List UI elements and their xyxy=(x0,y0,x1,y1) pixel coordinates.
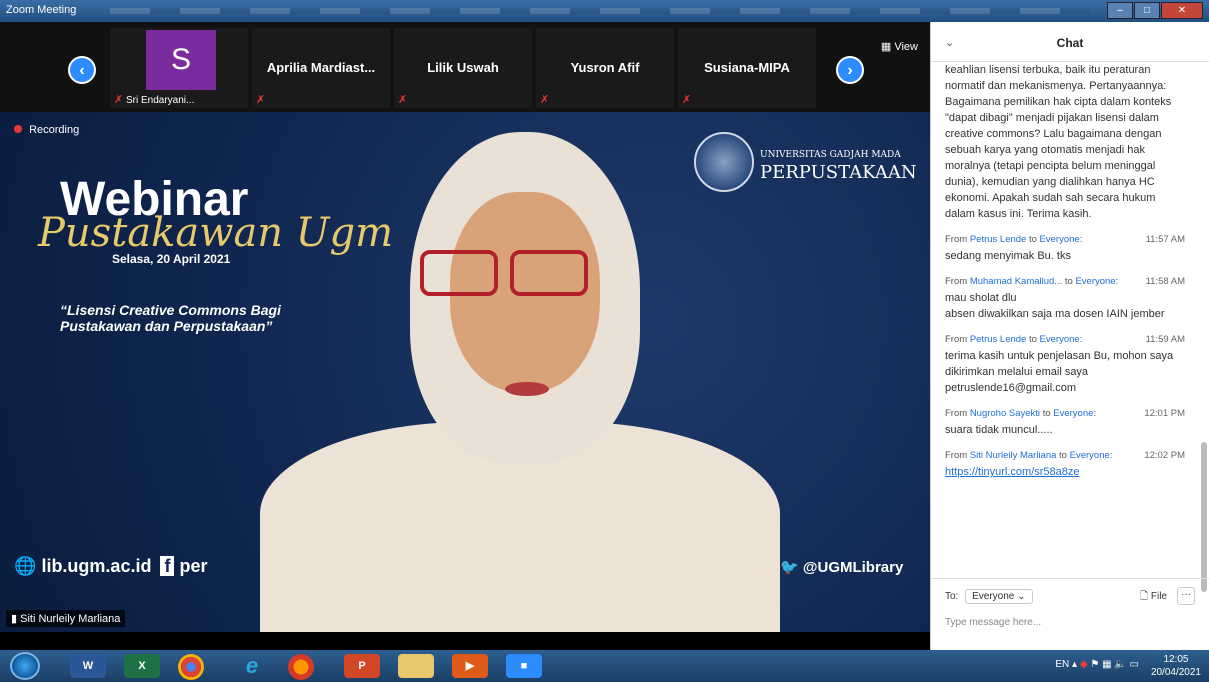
website-label: 🌐 lib.ugm.ac.id f per xyxy=(14,556,208,576)
recipient-select[interactable]: Everyone ⌄ xyxy=(965,589,1033,604)
muted-icon: ✗ xyxy=(398,94,408,106)
participant-tile[interactable]: Susiana-MIPA ✗ xyxy=(678,28,816,108)
participant-tile[interactable]: Aprilia Mardiast... ✗ xyxy=(252,28,390,108)
participant-tile[interactable]: S ✗ Sri Endaryani... xyxy=(110,28,248,108)
facebook-icon: f xyxy=(160,556,175,576)
zoom-app-icon[interactable]: ■ xyxy=(506,654,542,678)
participant-tile[interactable]: Yusron Afif ✗ xyxy=(536,28,674,108)
participant-strip: ‹ S ✗ Sri Endaryani... Aprilia Mardiast.… xyxy=(0,22,930,112)
volume-icon[interactable]: 🔈 xyxy=(1114,659,1126,670)
chat-title: Chat xyxy=(1056,36,1084,50)
language-indicator[interactable]: EN xyxy=(1055,659,1069,670)
message-link[interactable]: https://tinyurl.com/sr58a8ze xyxy=(945,464,1185,480)
twitter-icon: 🐦 xyxy=(780,559,799,576)
to-label: To: xyxy=(945,591,959,602)
adobe-tray-icon[interactable]: ◆ xyxy=(1080,659,1088,670)
tray-arrow-icon[interactable]: ▴ xyxy=(1072,659,1077,670)
webinar-date: Selasa, 20 April 2021 xyxy=(112,252,231,266)
clock[interactable]: 12:05 20/04/2021 xyxy=(1151,653,1201,679)
participant-name: Yusron Afif xyxy=(570,60,640,75)
message-text: keahlian lisensi terbuka, baik itu perat… xyxy=(945,64,1172,220)
titlebar-decoration xyxy=(110,8,1090,14)
recording-label: Recording xyxy=(29,124,80,136)
start-button[interactable] xyxy=(10,652,40,680)
message-text: mau sholat dlu absen diwakilkan saja ma … xyxy=(945,292,1165,320)
library-name: PERPUSTAKAAN xyxy=(760,162,917,183)
internet-explorer-icon[interactable]: e xyxy=(234,654,270,678)
file-icon: 🗋 xyxy=(1140,591,1149,602)
clock-time: 12:05 xyxy=(1163,654,1189,665)
glasses xyxy=(400,250,600,298)
chat-message: From Muhamad Kamallud... to Everyone: 11:… xyxy=(945,276,1185,320)
flag-icon[interactable]: ⚑ xyxy=(1090,659,1099,670)
windows-taskbar: W X e P ▶ ■ EN ▴ ◆ ⚑ ▦ 🔈 ▭ 12:05 20/04/2… xyxy=(0,650,1209,682)
main-video: Recording Webinar Pustakawan Ugm Selasa,… xyxy=(0,112,930,632)
chat-message: From Siti Nurleily Marliana to Everyone:… xyxy=(945,450,1185,480)
firefox-app-icon[interactable] xyxy=(288,654,314,680)
excel-app-icon[interactable]: X xyxy=(124,654,160,678)
chat-message: From Petrus Lende to Everyone: 11:59 AM t… xyxy=(945,334,1185,394)
chat-message: keahlian lisensi terbuka, baik itu perat… xyxy=(945,62,1185,222)
chat-scrollbar[interactable] xyxy=(1201,442,1207,592)
more-options-button[interactable]: ··· xyxy=(1177,587,1195,605)
clock-date: 20/04/2021 xyxy=(1150,667,1201,678)
speaker-name: ▮ Siti Nurleily Marliana xyxy=(6,610,126,627)
globe-icon: 🌐 xyxy=(14,556,37,576)
muted-icon: ✗ xyxy=(540,94,550,106)
chat-messages[interactable]: keahlian lisensi terbuka, baik itu perat… xyxy=(931,62,1199,578)
word-app-icon[interactable]: W xyxy=(70,654,106,678)
twitter-label: 🐦 @UGMLibrary xyxy=(780,559,904,576)
participant-name: Susiana-MIPA xyxy=(704,60,790,75)
next-page-icon[interactable]: › xyxy=(836,56,864,84)
recording-indicator: Recording xyxy=(14,124,79,136)
prev-page-icon[interactable]: ‹ xyxy=(68,56,96,84)
message-text: terima kasih untuk penjelasan Bu, mohon … xyxy=(945,350,1174,394)
grid-icon: ▦ xyxy=(880,41,892,53)
notification-icon[interactable]: ▭ xyxy=(1130,659,1139,670)
chrome-app-icon[interactable] xyxy=(178,654,204,680)
network-icon[interactable]: ▦ xyxy=(1102,659,1111,670)
participant-name: Aprilia Mardiast... xyxy=(266,60,376,75)
window-titlebar: Zoom Meeting – □ ✕ xyxy=(0,0,1209,22)
muted-icon: ✗ xyxy=(114,94,124,106)
muted-icon: ✗ xyxy=(256,94,266,106)
view-label: View xyxy=(894,41,918,53)
signal-icon: ▮ xyxy=(11,613,18,625)
record-dot-icon xyxy=(14,125,22,133)
powerpoint-app-icon[interactable]: P xyxy=(344,654,380,678)
participant-name: Lilik Uswah xyxy=(427,60,499,75)
window-title: Zoom Meeting xyxy=(6,4,77,16)
participant-name: Sri Endaryani... xyxy=(126,95,195,106)
avatar: S xyxy=(146,30,216,90)
message-text: suara tidak muncul..... xyxy=(945,424,1053,436)
chat-message: From Petrus Lende to Everyone: 11:57 AM s… xyxy=(945,234,1185,262)
speaker-video xyxy=(260,132,780,632)
file-explorer-icon[interactable] xyxy=(398,654,434,678)
chat-header: ⌄ Chat xyxy=(931,22,1209,62)
muted-icon: ✗ xyxy=(682,94,692,106)
webinar-topic: “Lisensi Creative Commons Bagi Pustakawa… xyxy=(60,302,281,334)
system-tray[interactable]: EN ▴ ◆ ⚑ ▦ 🔈 ▭ xyxy=(1055,659,1139,670)
media-player-icon[interactable]: ▶ xyxy=(452,654,488,678)
university-name: UNIVERSITAS GADJAH MADA xyxy=(760,150,901,160)
chat-compose: To: Everyone ⌄ 🗋 File ··· Type message h… xyxy=(931,578,1209,650)
maximize-button[interactable]: □ xyxy=(1134,2,1160,19)
participant-tile[interactable]: Lilik Uswah ✗ xyxy=(394,28,532,108)
close-button[interactable]: ✕ xyxy=(1161,2,1203,19)
file-button[interactable]: 🗋 File xyxy=(1140,589,1167,606)
view-button[interactable]: ▦ View xyxy=(881,40,918,53)
chat-panel: ⌄ Chat keahlian lisensi terbuka, baik it… xyxy=(930,22,1209,650)
chat-message: From Nugroho Sayekti to Everyone: 12:01 P… xyxy=(945,408,1185,436)
message-input[interactable]: Type message here... xyxy=(945,617,1195,628)
message-text: sedang menyimak Bu. tks xyxy=(945,250,1071,262)
minimize-button[interactable]: – xyxy=(1107,2,1133,19)
